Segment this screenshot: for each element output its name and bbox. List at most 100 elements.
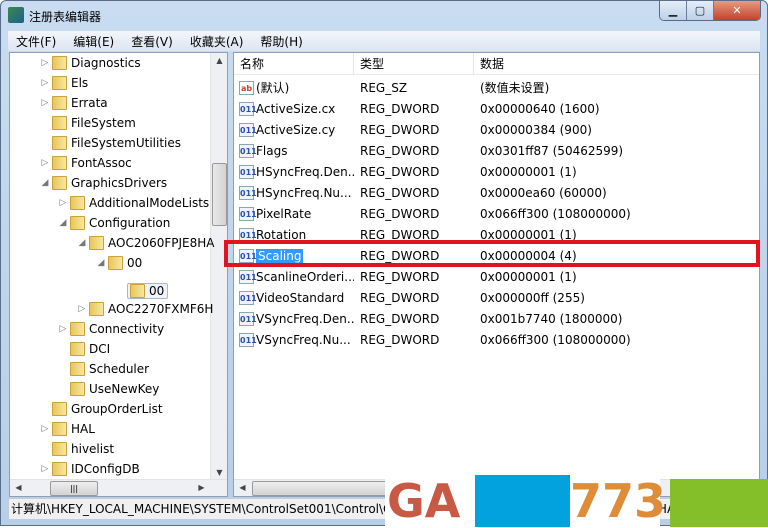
scroll-left-arrow-icon[interactable]: ◀ xyxy=(10,483,27,492)
collapsed-arrow-icon[interactable]: ▷ xyxy=(40,98,50,108)
close-button[interactable]: ✕ xyxy=(714,1,760,20)
tree-node[interactable]: ▷ AdditionalModeLists xyxy=(58,193,209,213)
tree-node[interactable]: DCI xyxy=(58,339,110,359)
scroll-right-arrow-icon[interactable]: ▶ xyxy=(193,483,210,492)
list-row[interactable]: 011 ScanlineOrderi... REG_DWORD 0x00000001 … xyxy=(234,266,759,287)
scroll-up-arrow-icon[interactable]: ▲ xyxy=(211,56,227,65)
value-name-cell: 011 ActiveSize.cx xyxy=(234,101,354,116)
list-row[interactable]: 011 VSyncFreq.Den... REG_DWORD 0x001b7740 (… xyxy=(234,308,759,329)
tree-node[interactable]: ▷ AOC2270FXMF6H xyxy=(77,299,213,319)
collapsed-arrow-icon[interactable]: ▷ xyxy=(40,424,50,434)
tree-node-label: FontAssoc xyxy=(71,156,132,170)
list-row[interactable]: 011 VSyncFreq.Nu... REG_DWORD 0x066ff300 (1… xyxy=(234,329,759,350)
expanded-arrow-icon[interactable]: ◢ xyxy=(96,258,106,268)
tree-node-label: FileSystemUtilities xyxy=(71,136,181,150)
value-name-cell: 011 Flags xyxy=(234,143,354,158)
list-row[interactable]: 011 HSyncFreq.Nu... REG_DWORD 0x0000ea60 (6… xyxy=(234,182,759,203)
string-value-icon: ab xyxy=(239,80,254,95)
menu-help[interactable]: 帮助(H) xyxy=(252,33,311,50)
binary-value-icon: 011 xyxy=(239,122,257,137)
tree-node[interactable]: ▷ Connectivity xyxy=(58,319,164,339)
collapsed-arrow-icon[interactable]: ▷ xyxy=(58,324,68,334)
tree-node[interactable]: ▷ HAL xyxy=(40,419,95,439)
tree-node[interactable]: ▷ IDConfigDB xyxy=(40,459,140,479)
expanded-arrow-icon[interactable]: ◢ xyxy=(77,238,87,248)
value-data: 0x0000ea60 (60000) xyxy=(480,185,607,200)
menu-file[interactable]: 文件(F) xyxy=(8,33,65,50)
value-name: PixelRate xyxy=(256,206,312,221)
column-header-type[interactable]: 类型 xyxy=(354,53,474,75)
value-name: VSyncFreq.Den... xyxy=(256,311,354,326)
collapsed-arrow-icon[interactable]: ▷ xyxy=(40,464,50,474)
list-row[interactable]: 011 HSyncFreq.Den... REG_DWORD 0x00000001 (… xyxy=(234,161,759,182)
menu-favorites[interactable]: 收藏夹(A) xyxy=(182,33,253,50)
tree-node[interactable]: hivelist xyxy=(40,439,114,459)
tree-vscroll-thumb[interactable] xyxy=(212,163,227,226)
maximize-button[interactable]: ▢ xyxy=(687,1,714,20)
tree-hscroll-thumb[interactable]: ||| xyxy=(50,481,98,496)
binary-value-icon: 011 xyxy=(239,269,257,284)
tree-node[interactable]: ◢ GraphicsDrivers xyxy=(40,173,167,193)
tree-node[interactable]: ▷ Diagnostics xyxy=(40,53,141,73)
tree-node-label: Els xyxy=(71,76,89,90)
tree-node-label: FileSystem xyxy=(71,116,136,130)
column-header-data[interactable]: 数据 xyxy=(474,53,759,75)
tree-node-label: Errata xyxy=(71,96,108,110)
folder-icon xyxy=(70,322,85,336)
tree-node[interactable]: ◢ Configuration xyxy=(58,213,170,233)
binary-value-icon: 011 xyxy=(239,185,257,200)
expanded-arrow-icon[interactable]: ◢ xyxy=(58,218,68,228)
binary-value-icon: 011 xyxy=(239,101,257,116)
list-row[interactable]: 011 PixelRate REG_DWORD 0x066ff300 (1080000… xyxy=(234,203,759,224)
tree-node[interactable]: FileSystem xyxy=(40,113,136,133)
folder-icon xyxy=(70,216,85,230)
value-name: HSyncFreq.Den... xyxy=(256,164,354,179)
collapsed-arrow-icon[interactable]: ▷ xyxy=(77,304,87,314)
tree-horizontal-scrollbar[interactable]: ◀ ||| ▶ xyxy=(10,479,227,496)
scroll-left-arrow-icon[interactable]: ◀ xyxy=(234,483,251,492)
list-row[interactable]: 011 Flags REG_DWORD 0x0301ff87 (50462599) xyxy=(234,140,759,161)
values-list-pane: 名称 类型 数据 ◀ ab (默认) REG_SZ (数值未设置) 011 ActiveS… xyxy=(233,52,760,497)
tree-node[interactable]: FileSystemUtilities xyxy=(40,133,181,153)
list-row[interactable]: 011 VideoStandard REG_DWORD 0x000000ff (255… xyxy=(234,287,759,308)
menu-view[interactable]: 查看(V) xyxy=(123,33,182,50)
list-row[interactable]: 011 ActiveSize.cx REG_DWORD 0x00000640 (160… xyxy=(234,98,759,119)
list-row[interactable]: 011 ActiveSize.cy REG_DWORD 0x00000384 (900… xyxy=(234,119,759,140)
watermark-ga: GA xyxy=(385,475,475,527)
binary-value-icon: 011 xyxy=(239,311,257,326)
tree-node[interactable]: UseNewKey xyxy=(58,379,159,399)
value-name-cell: 011 HSyncFreq.Nu... xyxy=(234,185,354,200)
minimize-button[interactable]: ▁ xyxy=(660,1,687,20)
value-name: VSyncFreq.Nu... xyxy=(256,332,351,347)
value-name-cell: 011 ScanlineOrderi... xyxy=(234,269,354,284)
expanded-arrow-icon[interactable]: ◢ xyxy=(40,178,50,188)
folder-icon xyxy=(89,236,104,250)
folder-icon xyxy=(89,302,104,316)
column-header-name[interactable]: 名称 xyxy=(234,53,354,75)
folder-icon xyxy=(108,256,123,270)
tree-node[interactable]: ▷ Errata xyxy=(40,93,108,113)
tree-node-label: AdditionalModeLists xyxy=(89,196,210,210)
folder-icon xyxy=(52,136,67,150)
tree-node[interactable]: ◢ 00 xyxy=(96,253,142,273)
menu-edit[interactable]: 编辑(E) xyxy=(65,33,123,50)
tree-node-label: hivelist xyxy=(71,442,115,456)
value-name: VideoStandard xyxy=(256,290,345,305)
tree-node[interactable]: GroupOrderList xyxy=(40,399,163,419)
collapsed-arrow-icon[interactable]: ▷ xyxy=(40,58,50,68)
collapsed-arrow-icon[interactable]: ▷ xyxy=(58,198,68,208)
folder-icon xyxy=(52,442,67,456)
collapsed-arrow-icon[interactable]: ▷ xyxy=(40,158,50,168)
list-row[interactable]: ab (默认) REG_SZ (数值未设置) xyxy=(234,77,759,98)
tree-node[interactable]: ◢ AOC2060FPJE8HA xyxy=(77,233,215,253)
folder-icon xyxy=(52,156,67,170)
collapsed-arrow-icon[interactable]: ▷ xyxy=(40,78,50,88)
value-type: REG_DWORD xyxy=(360,122,440,137)
value-type: REG_DWORD xyxy=(360,164,440,179)
scroll-down-arrow-icon[interactable]: ▼ xyxy=(211,468,227,477)
tree-node[interactable]: ▷ Els xyxy=(40,73,88,93)
binary-value-icon: 011 xyxy=(239,143,257,158)
folder-icon xyxy=(52,462,67,476)
tree-node[interactable]: ▷ FontAssoc xyxy=(40,153,132,173)
tree-node[interactable]: Scheduler xyxy=(58,359,149,379)
